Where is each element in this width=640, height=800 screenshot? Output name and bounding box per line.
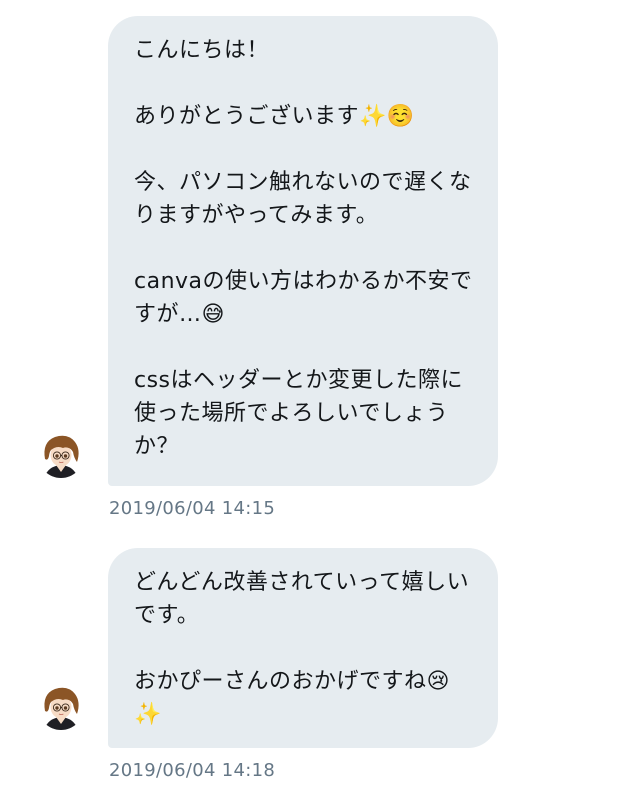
message-timestamp: 2019/06/04 14:15 [109, 498, 276, 519]
avatar[interactable] [38, 432, 84, 478]
message-paragraph: こんにちは！ [134, 38, 270, 63]
message-paragraph: cssはヘッダーとか変更した際に使った場所でよろしいでしょうか？ [134, 368, 464, 459]
message-bubble: どんどん改善されていって嬉しいです。 おかぴーさんのおかげですね😢 ✨ [108, 548, 498, 748]
message-paragraph: canvaの使い方はわかるか不安ですが…😅 [134, 269, 473, 327]
message-timestamp: 2019/06/04 14:18 [109, 760, 276, 781]
anime-girl-avatar-icon [38, 684, 84, 730]
message-paragraph: どんどん改善されていって嬉しいです。 [134, 570, 470, 628]
message-paragraph: ありがとうございます✨☺️ [134, 104, 415, 129]
anime-girl-avatar-icon [38, 432, 84, 478]
message-paragraph: 今、パソコン触れないので遅くなりますがやってみます。 [134, 170, 472, 228]
message-paragraph: おかぴーさんのおかげですね😢 ✨ [134, 669, 458, 727]
message-bubble: こんにちは！ ありがとうございます✨☺️ 今、パソコン触れないので遅くなりますが… [108, 16, 498, 486]
avatar[interactable] [38, 684, 84, 730]
